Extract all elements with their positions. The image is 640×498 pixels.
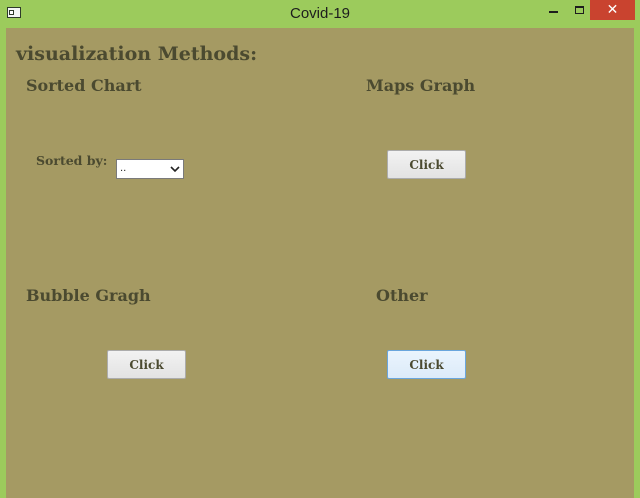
section-title-sorted-chart: Sorted Chart — [26, 76, 142, 95]
section-title-maps-graph: Maps Graph — [366, 76, 476, 95]
sorted-by-value: .. — [120, 163, 127, 174]
chevron-down-icon — [170, 166, 180, 173]
minimize-button[interactable] — [540, 0, 566, 20]
title-bar[interactable]: Covid-19 ✕ — [0, 0, 640, 28]
maximize-icon — [574, 6, 584, 14]
maximize-button[interactable] — [566, 0, 592, 20]
section-title-other: Other — [376, 286, 428, 305]
page-title: visualization Methods: — [16, 43, 258, 65]
content-panel: visualization Methods: Sorted Chart Sort… — [6, 28, 634, 498]
sorted-by-label: Sorted by: — [36, 153, 108, 168]
app-window: Covid-19 ✕ visualization Methods: Sorted… — [0, 0, 640, 498]
other-button[interactable]: Click — [387, 350, 466, 379]
minimize-icon — [548, 11, 558, 13]
close-icon: ✕ — [606, 2, 619, 18]
section-title-bubble-graph: Bubble Gragh — [26, 286, 151, 305]
close-button[interactable]: ✕ — [590, 0, 635, 20]
bubble-graph-button[interactable]: Click — [107, 350, 186, 379]
maps-graph-button[interactable]: Click — [387, 150, 466, 179]
sorted-by-select[interactable]: .. — [116, 159, 184, 179]
